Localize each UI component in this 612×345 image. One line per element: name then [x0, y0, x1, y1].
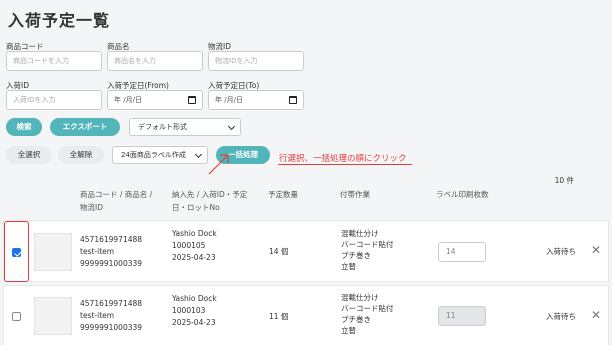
row-checkbox[interactable]: [12, 312, 21, 321]
logistics-id-input[interactable]: 物流IDを入力: [208, 51, 304, 71]
header-product: 商品コード / 商品名 / 物流ID: [80, 190, 153, 212]
arrival-id: 1000105: [172, 241, 206, 250]
header-destination: 納入先 / 入荷ID・予定日・ロットNo: [172, 190, 248, 212]
product-code: 4571619971488: [80, 235, 143, 244]
product-thumbnail: [34, 297, 72, 335]
result-count: 10 件: [554, 176, 574, 185]
table-row[interactable]: 4571619971488 test-item 9999991000339 Ya…: [3, 285, 609, 345]
header-label-count: ラベル印刷枚数: [436, 190, 489, 199]
date-to-input[interactable]: 年 /月/日: [208, 90, 304, 110]
product-info: 4571619971488 test-item 9999991000339: [80, 298, 142, 334]
work-list: 混載仕分け バーコード貼付 プチ巻き 立替: [341, 228, 394, 272]
arrival-id-input[interactable]: 入荷IDを入力: [6, 90, 102, 110]
annotation-highlight-box: [4, 221, 29, 282]
work-item: バーコード貼付: [341, 304, 394, 313]
quantity: 14 個: [269, 247, 289, 256]
label-count-input[interactable]: 14: [438, 242, 486, 262]
status-text: 入荷待ち: [546, 312, 576, 321]
destination-info: Yashio Dock 1000103 2025-04-23: [172, 293, 217, 329]
page-title: 入荷予定一覧: [8, 11, 111, 30]
arrival-date: 2025-04-23: [172, 253, 216, 262]
header-work: 付帯作業: [340, 190, 370, 199]
arrival-date: 2025-04-23: [172, 318, 216, 327]
destination: Yashio Dock: [172, 229, 217, 238]
logistics-id: 9999991000339: [80, 259, 143, 268]
chevron-down-icon: [194, 150, 203, 159]
logistics-id: 9999991000339: [80, 323, 143, 332]
status-text: 入荷待ち: [546, 247, 576, 256]
work-item: 立替: [341, 326, 356, 335]
work-item: プチ巻き: [341, 315, 371, 324]
search-button[interactable]: 検索: [6, 118, 42, 136]
export-button[interactable]: エクスポート: [50, 118, 120, 136]
destination: Yashio Dock: [172, 294, 217, 303]
quantity: 11 個: [269, 312, 289, 321]
work-item: 立替: [341, 262, 356, 271]
label-type-value: 24面商品ラベル作成: [121, 151, 186, 159]
destination-info: Yashio Dock 1000105 2025-04-23: [172, 228, 217, 264]
label-count-input: 11: [438, 306, 486, 326]
select-all-button[interactable]: 全選択: [6, 146, 52, 164]
date-from-input[interactable]: 年 /月/日: [107, 90, 203, 110]
date-from-value: 年 /月/日: [114, 96, 142, 104]
close-icon[interactable]: ✕: [591, 308, 601, 322]
deselect-all-button[interactable]: 全解除: [58, 146, 104, 164]
work-item: 混載仕分け: [341, 229, 379, 238]
header-quantity: 予定数量: [268, 190, 298, 199]
product-code: 4571619971488: [80, 299, 143, 308]
work-item: バーコード貼付: [341, 240, 394, 249]
product-name: test-item: [80, 247, 115, 256]
work-item: 混載仕分け: [341, 293, 379, 302]
label-type-select[interactable]: 24面商品ラベル作成: [112, 146, 208, 164]
product-name: test-item: [80, 311, 115, 320]
chevron-down-icon: [227, 122, 236, 131]
calendar-icon[interactable]: [188, 96, 196, 104]
calendar-icon[interactable]: [289, 96, 297, 104]
date-to-value: 年 /月/日: [215, 96, 243, 104]
work-item: プチ巻き: [341, 251, 371, 260]
export-format-value: デフォルト形式: [138, 123, 187, 131]
close-icon[interactable]: ✕: [591, 243, 601, 257]
table-row[interactable]: 4571619971488 test-item 9999991000339 Ya…: [3, 220, 609, 282]
export-format-select[interactable]: デフォルト形式: [129, 118, 241, 136]
product-thumbnail: [34, 233, 72, 271]
annotation-text: 行選択、一括処理の順にクリック: [279, 154, 407, 164]
work-list: 混載仕分け バーコード貼付 プチ巻き 立替: [341, 292, 394, 336]
annotation-underline: [278, 164, 412, 165]
annotation-arrow-icon: [208, 154, 229, 175]
product-info: 4571619971488 test-item 9999991000339: [80, 234, 142, 270]
arrival-id: 1000103: [172, 306, 206, 315]
product-code-input[interactable]: 商品コードを入力: [6, 51, 102, 71]
product-name-input[interactable]: 商品名を入力: [107, 51, 203, 71]
